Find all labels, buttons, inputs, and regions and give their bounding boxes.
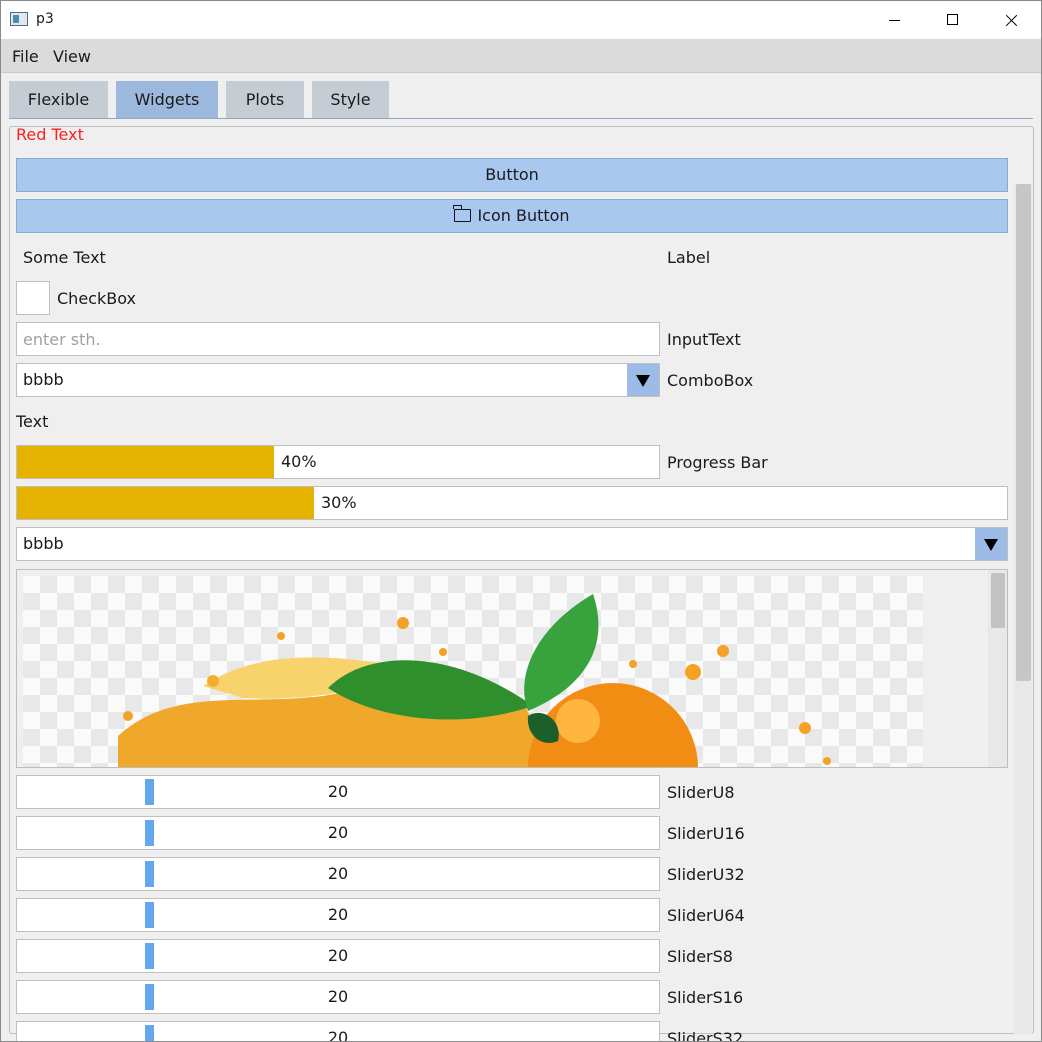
combo-value: bbbb: [23, 370, 64, 389]
app-icon: [10, 12, 28, 26]
red-text: Red Text: [16, 125, 84, 144]
slider-sliders16[interactable]: 20: [16, 980, 660, 1014]
transparent-background: [23, 576, 923, 767]
tab-flexible[interactable]: Flexible: [9, 81, 108, 119]
tab-style[interactable]: Style: [312, 81, 389, 119]
text-input[interactable]: enter sth.: [16, 322, 660, 356]
tab-plots[interactable]: Plots: [226, 81, 304, 119]
menu-bar: File View: [1, 39, 1041, 73]
combo-value: bbbb: [23, 534, 64, 553]
dropdown-arrow-icon[interactable]: [627, 364, 659, 396]
label: Label: [667, 248, 711, 267]
progress-text: 30%: [321, 493, 357, 512]
progress-text: 40%: [281, 452, 317, 471]
combo-label: ComboBox: [667, 371, 754, 390]
slider-label: SliderS16: [667, 988, 744, 1007]
slider-value: 20: [327, 864, 349, 883]
slider-label: SliderU8: [667, 783, 735, 802]
checkbox-label: CheckBox: [57, 289, 136, 308]
slider-sliders8[interactable]: 20: [16, 939, 660, 973]
maximize-button[interactable]: [923, 1, 981, 39]
slider-value: 20: [327, 823, 349, 842]
image-viewer[interactable]: [16, 569, 1008, 768]
combo-box-wide[interactable]: bbbb: [16, 527, 1008, 561]
slider-value: 20: [327, 946, 349, 965]
slider-sliders32[interactable]: 20: [16, 1021, 660, 1042]
slider-label: SliderS32: [667, 1029, 744, 1042]
slider-slideru8[interactable]: 20: [16, 775, 660, 809]
progress-bar-2: 30%: [16, 486, 1008, 520]
progress-label: Progress Bar: [667, 453, 768, 472]
slider-value: 20: [327, 987, 349, 1006]
progress-fill: [17, 446, 274, 478]
slider-label: SliderU64: [667, 906, 745, 925]
button[interactable]: Button: [16, 158, 1008, 192]
minimize-button[interactable]: [865, 1, 923, 39]
slider-slideru32[interactable]: 20: [16, 857, 660, 891]
slider-slideru64[interactable]: 20: [16, 898, 660, 932]
slider-label: SliderU32: [667, 865, 745, 884]
folder-icon: [453, 205, 472, 222]
menu-file[interactable]: File: [12, 47, 39, 66]
dropdown-arrow-icon[interactable]: [975, 528, 1007, 560]
progress-fill: [17, 487, 314, 519]
input-placeholder: enter sth.: [23, 330, 101, 349]
slider-value: 20: [327, 1028, 349, 1042]
window-title: p3: [36, 11, 54, 27]
menu-view[interactable]: View: [53, 47, 91, 66]
slider-slideru16[interactable]: 20: [16, 816, 660, 850]
slider-value: 20: [327, 905, 349, 924]
checkbox[interactable]: [16, 281, 50, 315]
tab-underline: [9, 118, 1033, 119]
panel-scrollbar-thumb[interactable]: [1016, 184, 1031, 681]
slider-value: 20: [327, 782, 349, 801]
slider-label: SliderU16: [667, 824, 745, 843]
slider-label: SliderS8: [667, 947, 733, 966]
orange-image: [118, 594, 831, 767]
icon-button[interactable]: Icon Button: [16, 199, 1008, 233]
icon-button-label: Icon Button: [477, 206, 570, 225]
input-label: InputText: [667, 330, 741, 349]
combo-box[interactable]: bbbb: [16, 363, 660, 397]
main-window: p3 File View Flexible Widgets Plots Styl…: [0, 0, 1042, 1042]
close-button[interactable]: [982, 1, 1040, 39]
progress-bar-1: 40%: [16, 445, 660, 479]
image-scrollbar-thumb[interactable]: [991, 573, 1005, 628]
text-label: Text: [16, 412, 49, 431]
some-text: Some Text: [23, 248, 106, 267]
tab-widgets[interactable]: Widgets: [116, 81, 218, 119]
title-bar[interactable]: p3: [1, 1, 1041, 39]
